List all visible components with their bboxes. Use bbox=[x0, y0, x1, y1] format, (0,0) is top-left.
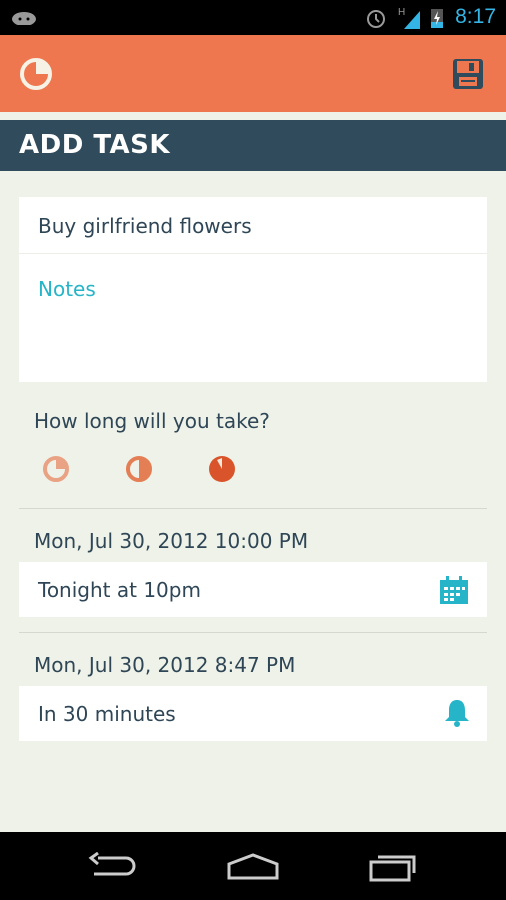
reminder-picker[interactable]: In 30 minutes bbox=[19, 686, 487, 741]
calendar-icon[interactable] bbox=[439, 575, 469, 605]
due-datetime: Mon, Jul 30, 2012 10:00 PM bbox=[34, 529, 309, 553]
task-card: Buy girlfriend flowers Notes bbox=[19, 197, 487, 382]
divider bbox=[19, 508, 487, 509]
due-picker[interactable]: Tonight at 10pm bbox=[19, 562, 487, 617]
alarm-icon bbox=[367, 10, 385, 28]
duration-question: How long will you take? bbox=[34, 409, 270, 433]
svg-text:H: H bbox=[398, 7, 405, 18]
pie-clock-icon[interactable] bbox=[19, 57, 53, 91]
full-pie-icon[interactable] bbox=[208, 455, 236, 483]
task-title-input[interactable]: Buy girlfriend flowers bbox=[19, 197, 487, 254]
bell-icon[interactable] bbox=[443, 698, 471, 728]
divider bbox=[19, 632, 487, 633]
quarter-pie-icon[interactable] bbox=[42, 455, 70, 483]
task-title-value: Buy girlfriend flowers bbox=[38, 214, 252, 238]
android-debug-icon bbox=[12, 12, 36, 25]
home-icon[interactable] bbox=[226, 852, 280, 880]
battery-charging-icon bbox=[431, 9, 443, 28]
clock: 8:17 bbox=[455, 5, 496, 28]
page-header: ADD TASK bbox=[0, 120, 506, 171]
recents-icon[interactable] bbox=[368, 850, 420, 882]
reminder-value: In 30 minutes bbox=[38, 702, 176, 726]
half-pie-icon[interactable] bbox=[125, 455, 153, 483]
action-bar bbox=[0, 35, 506, 112]
navigation-bar bbox=[0, 832, 506, 900]
reminder-datetime: Mon, Jul 30, 2012 8:47 PM bbox=[34, 653, 296, 677]
notes-placeholder: Notes bbox=[38, 277, 96, 301]
notes-input[interactable]: Notes bbox=[19, 255, 487, 382]
due-value: Tonight at 10pm bbox=[38, 578, 201, 602]
save-button[interactable] bbox=[451, 57, 485, 91]
signal-icon: H bbox=[398, 7, 420, 29]
status-bar: H 8:17 bbox=[0, 0, 506, 35]
page-title: ADD TASK bbox=[19, 130, 171, 160]
back-icon[interactable] bbox=[88, 852, 138, 880]
